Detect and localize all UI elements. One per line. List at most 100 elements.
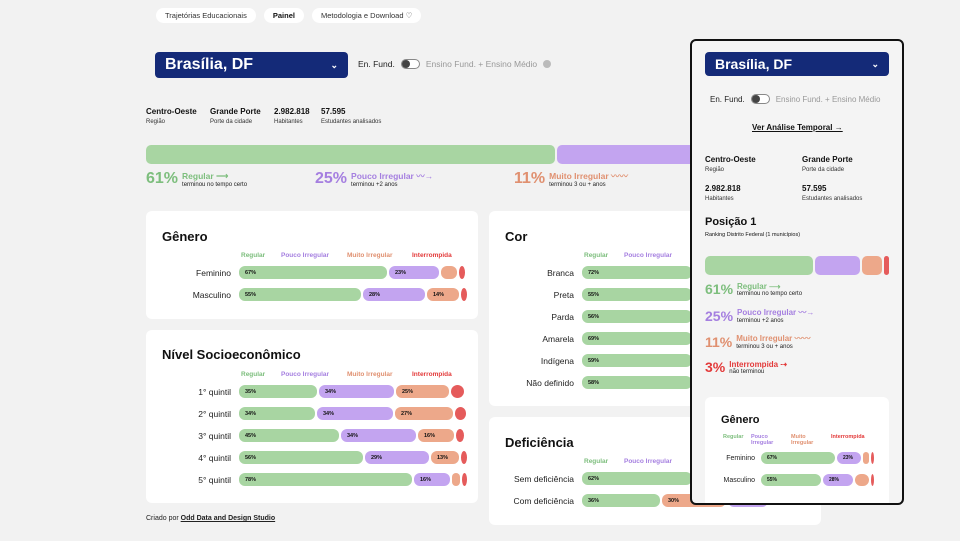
panel-level-toggle: En. Fund. Ensino Fund. + Ensino Médio xyxy=(710,94,880,104)
card-title: Deficiência xyxy=(505,435,574,450)
row-label: Com deficiência xyxy=(513,496,574,506)
stat-regiao: Centro-Oeste Região xyxy=(146,107,197,125)
legend-regular: Regular xyxy=(241,371,266,378)
stat-habitantes: 2.982.818 Habitantes xyxy=(705,184,741,202)
chevron-down-icon: ⌄ xyxy=(871,58,879,69)
level-toggle: En. Fund. Ensino Fund. + Ensino Médio xyxy=(358,59,552,69)
card-title: Nível Socioeconômico xyxy=(162,347,301,362)
row-label: Parda xyxy=(551,312,574,322)
row-label: 3° quintil xyxy=(198,431,231,441)
stat-regiao: Centro-Oeste Região xyxy=(705,155,756,173)
ver-analise-link[interactable]: Ver Análise Temporal → xyxy=(752,123,843,132)
arrow-icon: ⟶ xyxy=(216,170,229,181)
card-title: Cor xyxy=(505,229,528,244)
legend-pouco: Pouco Irregular xyxy=(281,371,330,378)
stat-estudantes: 57.595 Estudantes analisados xyxy=(802,184,863,202)
stat-estudantes: 57.595 Estudantes analisados xyxy=(321,107,382,125)
row-label: Branca xyxy=(547,268,574,278)
row-label: Não definido xyxy=(526,378,574,388)
city-select[interactable]: Brasília, DF ⌄ xyxy=(155,52,348,78)
stat-porte: Grande Porte Porte da cidade xyxy=(210,107,261,125)
row-bar-feminino: 67% 23% xyxy=(761,452,874,464)
row-label: Feminino xyxy=(726,455,755,462)
stat-porte: Grande Porte Porte da cidade xyxy=(802,155,853,173)
toggle-left-label: En. Fund. xyxy=(358,59,395,69)
row-bar-amarela: 69% xyxy=(582,332,692,345)
posicao: Posição 1 xyxy=(705,216,757,228)
tab-trajetorias[interactable]: Trajetórias Educacionais xyxy=(156,8,256,23)
summary-regular: 61% Regular ⟶ terminou no tempo certo xyxy=(146,170,248,188)
panel-city-name: Brasília, DF xyxy=(715,56,793,72)
row-bar-preta: 55% xyxy=(582,288,692,301)
panel-level-switch[interactable] xyxy=(750,94,770,104)
card-nse: Nível Socioeconômico Regular Pouco Irreg… xyxy=(146,330,478,503)
legend-interrompida: Interrompida xyxy=(412,252,452,259)
row-label: Masculino xyxy=(192,290,231,300)
ranking-text: Ranking Distrito Federal (1 municípios) xyxy=(705,232,801,238)
legend-regular: Regular xyxy=(584,252,609,259)
legend-pouco: Pouco Irregular xyxy=(281,252,330,259)
panel-card-genero: Gênero Regular Pouco Irregular Muito Irr… xyxy=(705,397,889,503)
row-bar-masculino: 55% 28% 14% xyxy=(239,288,467,301)
row-bar-q2: 34% 34% 27% xyxy=(239,407,466,420)
panel-summary-pouco: 25% Pouco Irregular 〰→ terminou +2 anos xyxy=(705,307,815,325)
row-bar-q3: 45% 34% 16% xyxy=(239,429,464,442)
row-label: 4° quintil xyxy=(198,453,231,463)
summary-bar-pouco xyxy=(557,145,706,164)
row-label: Indígena xyxy=(540,356,574,366)
toggle-right-label: Ensino Fund. + Ensino Médio xyxy=(775,94,881,104)
row-bar-feminino: 67% 23% xyxy=(239,266,465,279)
row-label: Sem deficiência xyxy=(513,474,574,484)
summary-pouco: 25% Pouco Irregular 〰→ terminou +2 anos xyxy=(315,170,434,188)
row-label: Feminino xyxy=(196,268,231,278)
wave-arrow-icon: 〰〰 xyxy=(611,171,629,181)
tab-painel[interactable]: Painel xyxy=(263,8,304,23)
top-nav: Trajetórias Educacionais Painel Metodolo… xyxy=(156,8,422,23)
tab-metodologia[interactable]: Metodologia e Download ♡ xyxy=(311,8,422,23)
legend-muito: Muito Irregular xyxy=(347,252,393,259)
row-bar-q5: 78% 16% xyxy=(239,473,467,486)
row-bar-q4: 56% 29% 13% xyxy=(239,451,467,464)
row-label: 2° quintil xyxy=(198,409,231,419)
card-title: Gênero xyxy=(162,229,208,244)
card-genero: Gênero Regular Pouco Irregular Muito Irr… xyxy=(146,211,478,319)
legend-regular: Regular xyxy=(241,252,266,259)
panel-summary-regular: 61% Regular ⟶ terminou no tempo certo xyxy=(705,281,803,297)
row-label: 1° quintil xyxy=(198,387,231,397)
row-bar-indigena: 59% xyxy=(582,354,692,367)
panel-summary-interrompida: 3% Interrompida ⇢ não terminou xyxy=(705,359,788,375)
legend-pouco: Pouco Irregular xyxy=(624,458,673,465)
row-label: Preta xyxy=(553,290,574,300)
legend-interrompida: Interrompida xyxy=(412,371,452,378)
summary-bar xyxy=(146,145,706,164)
row-bar-branca: 72% xyxy=(582,266,692,279)
info-icon[interactable] xyxy=(543,60,552,68)
mobile-panel: Brasília, DF ⌄ En. Fund. Ensino Fund. + … xyxy=(690,39,904,505)
row-bar-nao-definido: 58% xyxy=(582,376,692,389)
row-label: 5° quintil xyxy=(198,475,231,485)
chevron-down-icon: ⌄ xyxy=(330,59,338,70)
legend-muito: Muito Irregular xyxy=(347,371,393,378)
panel-summary-bar xyxy=(705,256,889,275)
summary-bar-regular xyxy=(146,145,555,164)
row-bar-sem-deficiencia: 62% xyxy=(582,472,692,485)
stat-habitantes: 2.982.818 Habitantes xyxy=(274,107,310,125)
legend-pouco: Pouco Irregular xyxy=(751,434,774,446)
card-title: Gênero xyxy=(721,414,760,426)
panel-city-select[interactable]: Brasília, DF ⌄ xyxy=(705,52,889,76)
legend-regular: Regular xyxy=(723,434,744,440)
legend-pouco: Pouco Irregular xyxy=(624,252,673,259)
footer-link[interactable]: Odd Data and Design Studio xyxy=(181,515,276,522)
row-label: Masculino xyxy=(723,477,755,484)
summary-muito: 11% Muito Irregular 〰〰 terminou 3 ou + an… xyxy=(514,170,629,188)
legend-interrompida: Interrompida xyxy=(831,434,865,440)
row-bar-masculino: 55% 28% xyxy=(761,474,874,486)
toggle-left-label: En. Fund. xyxy=(710,94,745,104)
panel-summary-muito: 11% Muito Irregular 〰〰 terminou 3 ou + an… xyxy=(705,333,811,351)
legend-muito: Muito Irregular xyxy=(791,434,814,446)
legend-regular: Regular xyxy=(584,458,609,465)
row-bar-q1: 35% 34% 25% xyxy=(239,385,464,398)
level-switch[interactable] xyxy=(400,59,420,69)
footer: Criado por Odd Data and Design Studio xyxy=(146,515,276,522)
toggle-right-label: Ensino Fund. + Ensino Médio xyxy=(425,59,538,69)
